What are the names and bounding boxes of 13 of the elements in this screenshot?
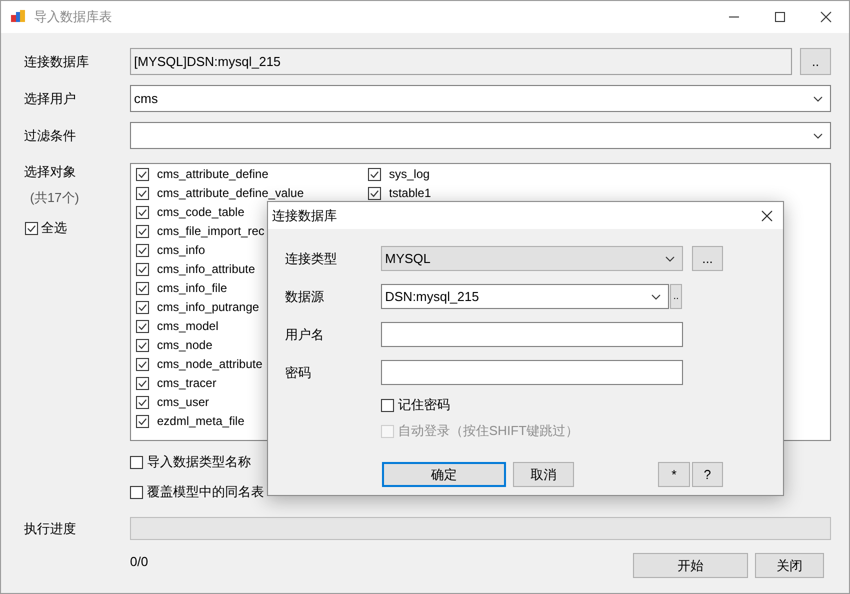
field-label: 密码 bbox=[285, 364, 312, 382]
field-label: 连接类型 bbox=[285, 250, 338, 268]
dialog-title: 连接数据库 bbox=[272, 206, 337, 224]
field-label: 用户名 bbox=[285, 326, 325, 344]
field-label: 过滤条件 bbox=[24, 126, 77, 144]
window-title: 导入数据库表 bbox=[34, 8, 112, 26]
field-label: 选择对象 bbox=[24, 163, 77, 181]
field-label: 连接数据库 bbox=[24, 52, 90, 70]
object-count: (共17个) bbox=[30, 189, 80, 207]
progress-reading: 0/0 bbox=[130, 554, 150, 569]
field-label: 数据源 bbox=[285, 288, 325, 306]
field-label: 执行进度 bbox=[24, 520, 77, 538]
field-label: 选择用户 bbox=[24, 90, 77, 108]
